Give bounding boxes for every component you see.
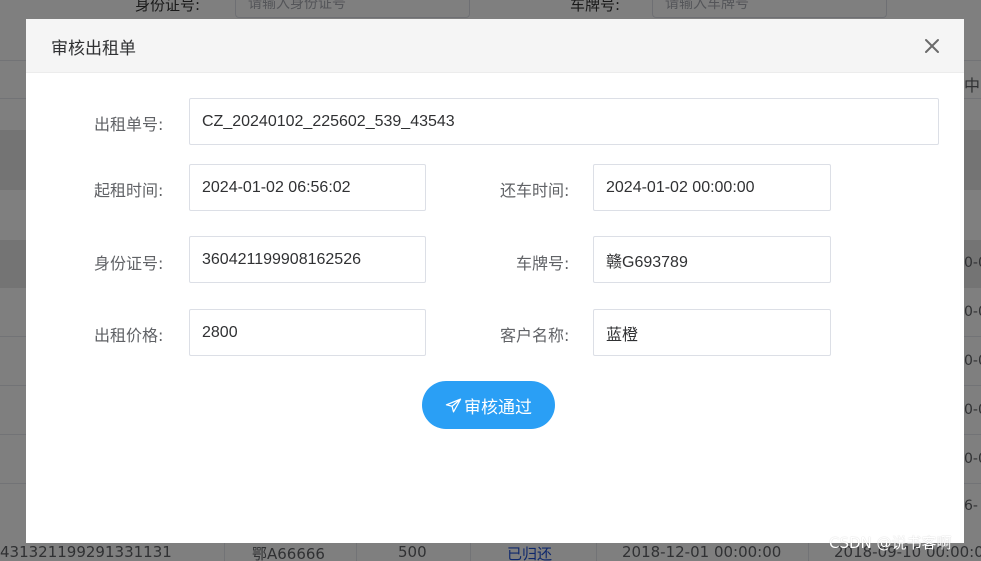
order-no-input[interactable]: CZ_20240102_225602_539_43543: [189, 98, 939, 145]
watermark: CSDN @说书客啊: [829, 534, 952, 552]
start-time-input[interactable]: 2024-01-02 06:56:02: [189, 164, 426, 211]
close-button[interactable]: [920, 34, 944, 58]
dialog-header: 审核出租单: [26, 19, 964, 73]
close-icon: [925, 39, 939, 53]
approve-button-label: 审核通过: [464, 397, 532, 417]
start-time-label: 起租时间:: [94, 181, 164, 200]
customer-label: 客户名称:: [500, 326, 570, 345]
id-card-input[interactable]: 360421199908162526: [189, 236, 426, 283]
return-time-label: 还车时间:: [500, 181, 570, 200]
plate-label: 车牌号:: [516, 254, 570, 273]
review-rental-dialog: 审核出租单 出租单号: CZ_20240102_225602_539_43543…: [26, 19, 964, 543]
approve-button[interactable]: 审核通过: [422, 381, 555, 429]
return-time-input[interactable]: 2024-01-02 00:00:00: [593, 164, 831, 211]
price-input[interactable]: 2800: [189, 309, 426, 356]
customer-input[interactable]: 蓝橙: [593, 309, 831, 356]
price-label: 出租价格:: [94, 326, 164, 345]
dialog-title: 审核出租单: [51, 39, 136, 59]
order-no-label: 出租单号:: [94, 115, 164, 134]
id-card-label: 身份证号:: [94, 254, 164, 273]
plate-input[interactable]: 赣G693789: [593, 236, 831, 283]
paper-plane-icon: [445, 397, 462, 413]
